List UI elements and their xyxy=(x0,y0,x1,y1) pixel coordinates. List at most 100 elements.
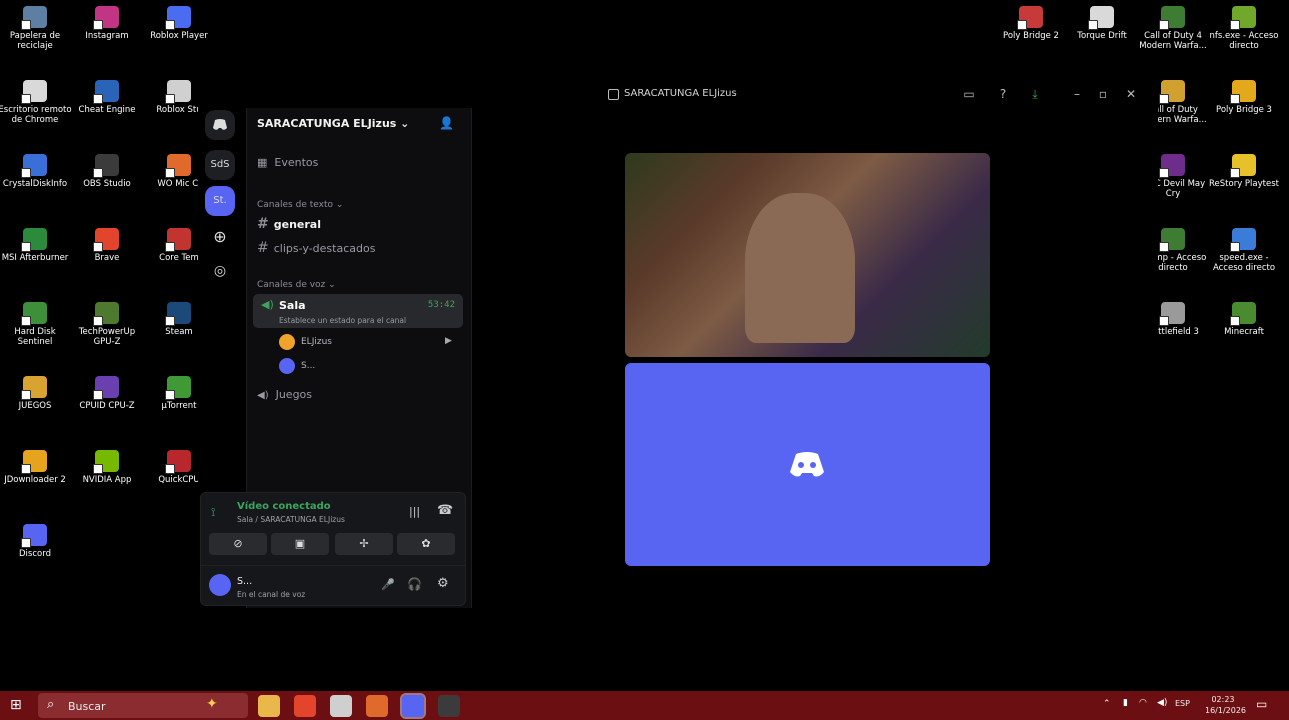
desktop-icon[interactable]: Discord xyxy=(0,524,72,559)
obs-icon[interactable] xyxy=(438,695,460,717)
minimize-icon[interactable]: – xyxy=(1068,86,1086,102)
discord-window: SARACATUNGA ELJizus ▭ ? ⤓ – ▫ ✕ SdS St. … xyxy=(198,80,1158,610)
server-name[interactable]: SARACATUNGA ELJizus ⌄ xyxy=(257,117,409,130)
desktop-icon-label: NVIDIA App xyxy=(82,475,132,485)
voice-user[interactable]: ELJizus xyxy=(301,337,332,347)
app-icon xyxy=(165,154,191,178)
app-icon xyxy=(21,6,47,30)
channel-status[interactable]: Establece un estado para el canal xyxy=(279,316,406,325)
desktop-icon[interactable]: Instagram xyxy=(70,6,144,41)
desktop-icon-label: Poly Bridge 3 xyxy=(1216,105,1272,115)
disconnect-icon[interactable]: ☎ xyxy=(437,503,453,518)
app-icon xyxy=(93,302,119,326)
close-icon[interactable]: ✕ xyxy=(1122,86,1140,102)
discover-icon[interactable]: ◎ xyxy=(205,256,235,286)
file-explorer-icon[interactable] xyxy=(258,695,280,717)
desktop-icon[interactable]: Papelera de reciclaje xyxy=(0,6,72,51)
desktop-icon[interactable]: Roblox Player xyxy=(142,6,216,41)
microphone-icon[interactable]: 🎤 xyxy=(381,578,395,591)
app-icon xyxy=(21,154,47,178)
app-icon xyxy=(1159,228,1185,252)
taskbar: ⊞ ⌕ Buscar ✦ ⌃ ▮ ◠ ◀) ESP 02:23 16/1/202… xyxy=(0,691,1289,720)
microphone-app-icon[interactable] xyxy=(366,695,388,717)
activities-button[interactable]: ✢ xyxy=(335,533,393,555)
chevron-up-icon[interactable]: ⌃ xyxy=(1103,699,1111,709)
desktop-icon[interactable]: Minecraft xyxy=(1207,302,1281,337)
voice-user[interactable]: S... xyxy=(301,361,315,371)
desktop-icon[interactable]: Hard Disk Sentinel xyxy=(0,302,72,347)
desktop-icon[interactable]: ReStory Playtest xyxy=(1207,154,1281,189)
maximize-icon[interactable]: ▫ xyxy=(1094,86,1112,102)
start-button[interactable]: ⊞ xyxy=(10,697,22,713)
desktop-icon[interactable]: NVIDIA App xyxy=(70,450,144,485)
channel-general[interactable]: # general xyxy=(257,216,321,232)
mic-tray-icon[interactable]: ▮ xyxy=(1123,698,1128,708)
app-icon xyxy=(165,450,191,474)
desktop-icon[interactable]: MSI Afterburner xyxy=(0,228,72,263)
screen-share-button[interactable]: ▣ xyxy=(271,533,329,555)
app-icon xyxy=(165,6,191,30)
desktop-icon[interactable]: JUEGOS xyxy=(0,376,72,411)
app-icon xyxy=(21,80,47,104)
add-server-icon[interactable]: ⊕ xyxy=(205,222,235,252)
desktop-icon[interactable]: CPUID CPU-Z xyxy=(70,376,144,411)
app-icon xyxy=(165,228,191,252)
desktop-icon[interactable]: nfs.exe - Acceso directo xyxy=(1207,6,1281,51)
clock[interactable]: 02:23 16/1/2026 xyxy=(1205,694,1246,716)
soundboard-button[interactable]: ✿ xyxy=(397,533,455,555)
brave-icon[interactable] xyxy=(294,695,316,717)
text-category[interactable]: Canales de texto ⌄ xyxy=(257,200,343,210)
server-active[interactable]: St. xyxy=(205,186,235,216)
discord-icon[interactable] xyxy=(400,693,426,719)
avatar[interactable] xyxy=(279,334,295,350)
invite-icon[interactable]: 👤 xyxy=(439,116,454,130)
app-icon xyxy=(21,302,47,326)
wifi-icon[interactable]: ◠ xyxy=(1139,698,1147,708)
connection-channel[interactable]: Sala / SARACATUNGA ELJizus xyxy=(237,515,345,524)
desktop-icon[interactable]: speed.exe - Acceso directo xyxy=(1207,228,1281,273)
desktop-icon[interactable]: Escritorio remoto de Chrome xyxy=(0,80,72,125)
desktop-icon[interactable]: TechPowerUp GPU-Z xyxy=(70,302,144,347)
app-icon xyxy=(1230,154,1256,178)
voice-category[interactable]: Canales de voz ⌄ xyxy=(257,280,336,290)
app-icon[interactable] xyxy=(330,695,352,717)
app-icon xyxy=(93,6,119,30)
desktop-icon[interactable]: JDownloader 2 xyxy=(0,450,72,485)
desktop-icon[interactable]: Call of Duty 4 Modern Warfa... xyxy=(1136,6,1210,51)
app-icon xyxy=(1159,6,1185,30)
avatar[interactable] xyxy=(279,358,295,374)
desktop-icon[interactable]: CrystalDiskInfo xyxy=(0,154,72,189)
server-sds[interactable]: SdS xyxy=(205,150,235,180)
desktop-icon-label: speed.exe - Acceso directo xyxy=(1212,253,1276,273)
notifications-icon[interactable]: ▭ xyxy=(1256,697,1267,711)
settings-gear-icon[interactable]: ⚙ xyxy=(437,576,449,591)
camera-off-button[interactable]: ⊘ xyxy=(209,533,267,555)
channel-clips[interactable]: # clips-y-destacados xyxy=(257,240,375,256)
desktop-icon[interactable]: Poly Bridge 2 xyxy=(994,6,1068,41)
desktop-icon[interactable]: Poly Bridge 3 xyxy=(1207,80,1281,115)
help-icon[interactable]: ? xyxy=(994,86,1012,102)
desktop-icon[interactable]: Torque Drift xyxy=(1065,6,1139,41)
participant-tile[interactable] xyxy=(625,363,990,566)
desktop-icon-label: MSI Afterburner xyxy=(1,253,69,263)
noise-suppression-icon[interactable]: ||| xyxy=(409,505,420,518)
voice-channel-sala[interactable]: ◀) Sala 53:42 Establece un estado para e… xyxy=(253,294,463,328)
desktop-icon-label: JDownloader 2 xyxy=(4,475,66,485)
inbox-icon[interactable]: ▭ xyxy=(960,86,978,102)
events-item[interactable]: ▦ Eventos xyxy=(257,156,318,169)
voice-channel-juegos[interactable]: ◀) Juegos xyxy=(257,388,312,401)
search-box[interactable]: ⌕ Buscar ✦ xyxy=(38,693,248,718)
user-name[interactable]: S... xyxy=(237,576,252,587)
volume-icon[interactable]: ◀) xyxy=(1157,698,1167,708)
input-language[interactable]: ESP xyxy=(1175,699,1190,708)
video-stream-tile[interactable] xyxy=(625,153,990,357)
title-bar: SARACATUNGA ELJizus ▭ ? ⤓ – ▫ ✕ xyxy=(198,80,1158,108)
avatar[interactable] xyxy=(209,574,231,596)
headphones-icon[interactable]: 🎧 xyxy=(407,577,422,591)
discord-home-icon[interactable] xyxy=(205,110,235,140)
desktop-icon[interactable]: Cheat Engine xyxy=(70,80,144,115)
desktop-icon[interactable]: Brave xyxy=(70,228,144,263)
discord-logo-icon xyxy=(790,452,824,477)
desktop-icon[interactable]: OBS Studio xyxy=(70,154,144,189)
download-icon[interactable]: ⤓ xyxy=(1026,86,1044,102)
